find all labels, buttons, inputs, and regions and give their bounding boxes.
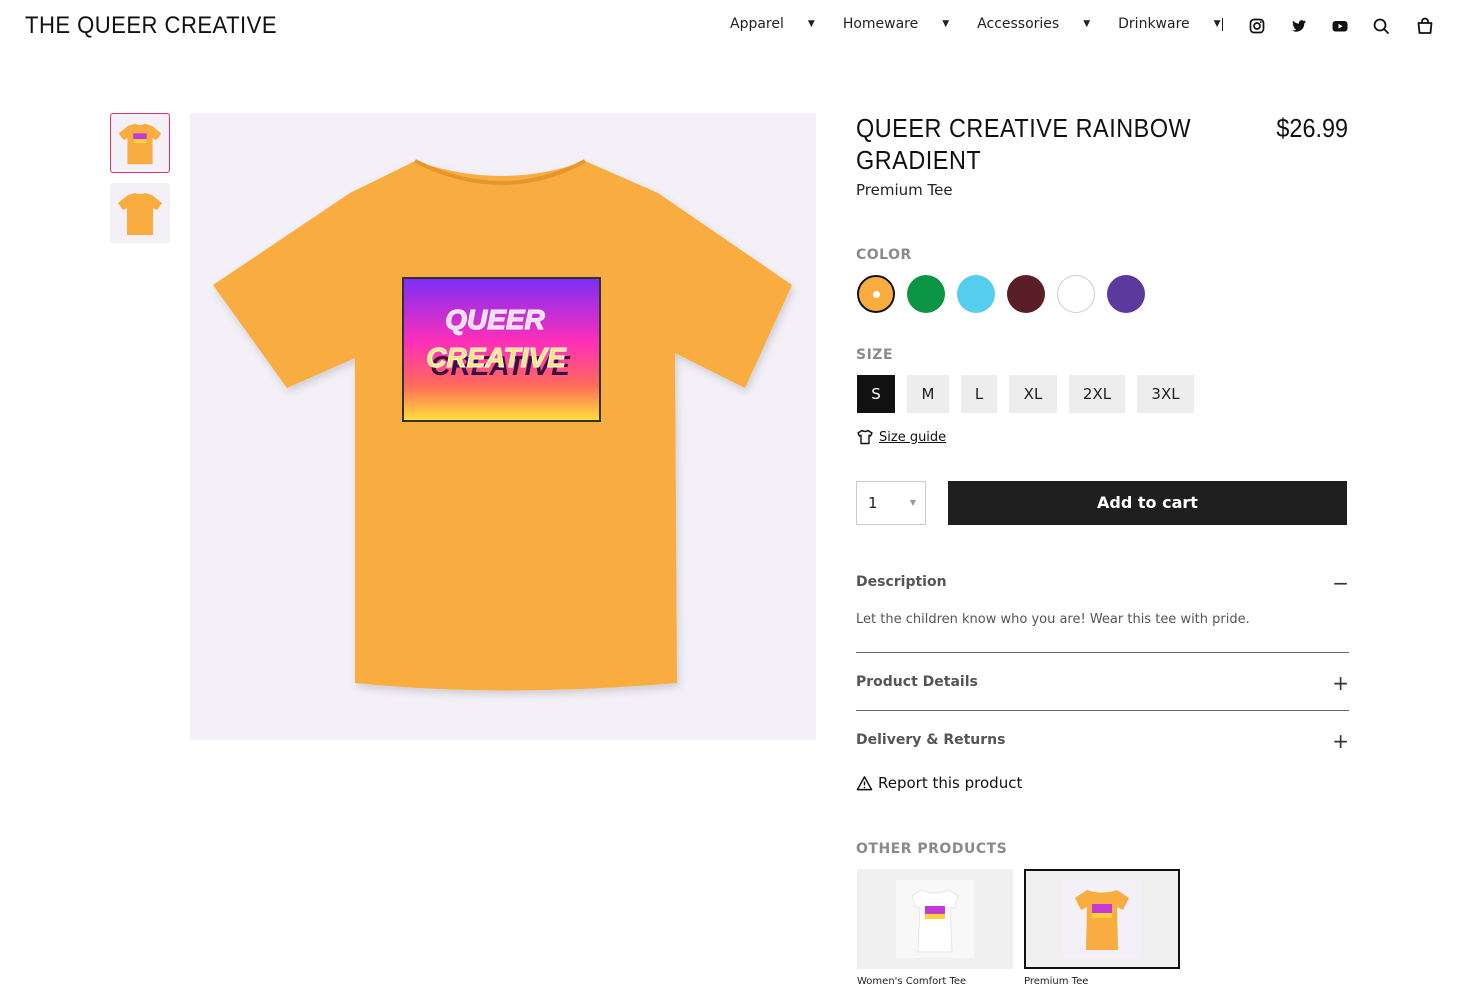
size-guide-label: Size guide <box>879 429 947 445</box>
youtube-icon[interactable] <box>1330 16 1350 36</box>
size-option-xl[interactable]: XL <box>1009 375 1057 413</box>
color-swatch-orange[interactable] <box>857 275 895 313</box>
report-product-link[interactable]: Report this product <box>856 774 1022 792</box>
caret-down-icon: ▼ <box>807 19 815 29</box>
quantity-select[interactable]: 1 ▼ <box>856 481 926 525</box>
size-label: SIZE <box>856 347 894 363</box>
divider <box>856 710 1349 711</box>
color-swatch-white[interactable] <box>1057 275 1095 313</box>
accordion-description[interactable]: Description − <box>856 571 1349 595</box>
other-product-premium-tee[interactable] <box>1024 869 1180 969</box>
product-main-image: QUEER CREATIVE CREATIVE <box>190 113 816 740</box>
nav-separator <box>1222 18 1223 31</box>
search-icon[interactable] <box>1371 16 1391 36</box>
cart-bag-icon[interactable] <box>1415 16 1435 36</box>
nav-item-homeware[interactable]: Homeware ▼ <box>843 16 977 32</box>
nav-label: Apparel <box>730 16 784 32</box>
size-option-3xl[interactable]: 3XL <box>1137 375 1194 413</box>
size-option-l[interactable]: L <box>961 375 997 413</box>
nav-label: Homeware <box>842 16 919 32</box>
divider <box>856 652 1349 653</box>
caret-down-icon: ▼ <box>909 498 916 507</box>
thumbnail-back[interactable] <box>110 183 170 243</box>
nav-item-apparel[interactable]: Apparel ▼ <box>730 16 843 32</box>
caret-down-icon: ▼ <box>1083 19 1091 29</box>
nav-item-accessories[interactable]: Accessories ▼ <box>977 16 1118 32</box>
warning-icon <box>856 775 873 790</box>
tshirt-icon <box>857 429 873 445</box>
size-guide-link[interactable]: Size guide <box>856 428 946 446</box>
accordion-product-details[interactable]: Product Details + <box>856 671 1349 695</box>
selected-dot <box>872 290 880 298</box>
color-swatch-purple[interactable] <box>1107 275 1145 313</box>
nav-item-drinkware[interactable]: Drinkware ▼ <box>1118 16 1248 32</box>
accordion-delivery-returns[interactable]: Delivery & Returns + <box>856 729 1349 753</box>
product-price: $26.99 <box>1276 113 1348 143</box>
other-product-womens-comfort-tee[interactable] <box>857 869 1013 969</box>
brand-logo[interactable]: THE QUEER CREATIVE <box>25 12 277 40</box>
nav-label: Drinkware <box>1118 16 1190 32</box>
color-swatch-green[interactable] <box>907 275 945 313</box>
quantity-value: 1 <box>868 494 878 512</box>
other-products-label: OTHER PRODUCTS <box>856 841 1008 857</box>
accordion-label: Delivery & Returns <box>856 732 1006 748</box>
accordion-label: Product Details <box>856 674 978 690</box>
other-product-label: Premium Tee <box>1024 976 1089 987</box>
minus-icon: − <box>1332 571 1349 595</box>
product-thumbnail <box>896 880 974 958</box>
report-label: Report this product <box>878 774 1023 792</box>
color-swatch-light-blue[interactable] <box>957 275 995 313</box>
size-option-s[interactable]: S <box>857 375 895 413</box>
product-subtitle: Premium Tee <box>856 181 953 199</box>
accordion-label: Description <box>856 574 947 590</box>
caret-down-icon: ▼ <box>942 19 950 29</box>
plus-icon: + <box>1332 729 1349 753</box>
instagram-icon[interactable] <box>1247 16 1267 36</box>
print-text-queer: QUEER <box>445 304 545 335</box>
color-label: COLOR <box>856 247 912 263</box>
size-option-2xl[interactable]: 2XL <box>1069 375 1125 413</box>
twitter-icon[interactable] <box>1289 16 1309 36</box>
size-option-m[interactable]: M <box>907 375 949 413</box>
add-to-cart-button[interactable]: Add to cart <box>948 481 1347 525</box>
print-text-creative: CREATIVE <box>426 342 567 373</box>
plus-icon: + <box>1332 671 1349 695</box>
site-header: THE QUEER CREATIVE Apparel ▼ Homeware ▼ … <box>0 0 1458 52</box>
nav-label: Accessories <box>977 16 1060 32</box>
tshirt-shape <box>213 161 792 691</box>
caret-down-icon: ▼ <box>1213 19 1221 29</box>
product-title: QUEER CREATIVE RAINBOW GRADIENT <box>856 113 1192 175</box>
thumbnail-front[interactable] <box>110 113 170 173</box>
main-nav: Apparel ▼ Homeware ▼ Accessories ▼ Drink… <box>730 16 1249 32</box>
color-swatch-maroon[interactable] <box>1007 275 1045 313</box>
other-product-label: Women's Comfort Tee <box>857 976 967 987</box>
product-thumbnail <box>1063 880 1141 958</box>
description-text: Let the children know who you are! Wear … <box>856 612 1250 627</box>
